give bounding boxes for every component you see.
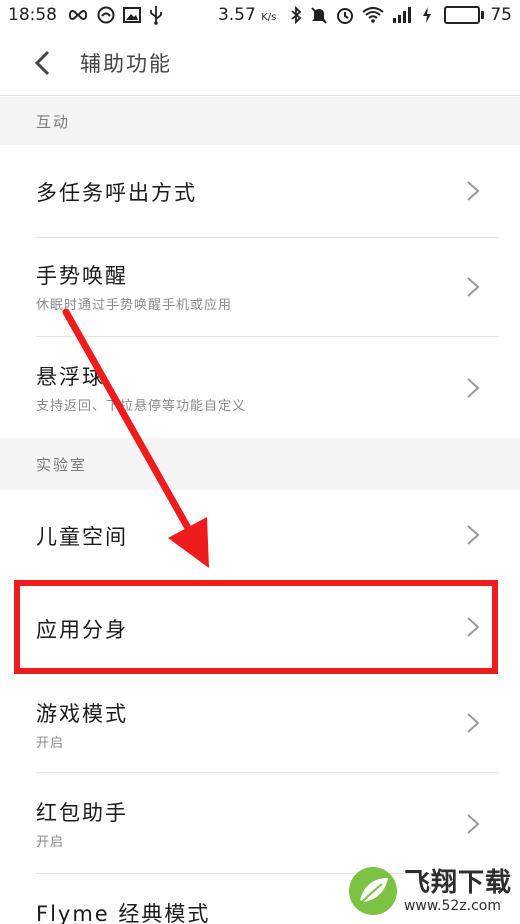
list-item-subtitle: 支持返回、下拉悬停等功能自定义 (36, 399, 247, 414)
wifi-icon (362, 7, 384, 23)
list-item-multitask[interactable]: 多任务呼出方式 (0, 145, 520, 237)
list-item-red-packet[interactable]: 红包助手 开启 (0, 773, 520, 873)
charging-icon (422, 6, 432, 24)
infinity-icon (67, 8, 89, 22)
section-header-lab: 实验室 (0, 438, 520, 490)
alarm-icon (336, 6, 354, 24)
list-item-floating-ball[interactable]: 悬浮球 支持返回、下拉悬停等功能自定义 (0, 337, 520, 438)
chevron-right-icon (467, 814, 480, 834)
list-item-label: 红包助手 (36, 801, 128, 825)
chevron-right-icon (467, 181, 480, 201)
back-button[interactable] (22, 43, 62, 83)
chevron-left-icon (34, 50, 50, 75)
list-item-label: 多任务呼出方式 (36, 181, 197, 205)
highlight-box (14, 580, 498, 674)
list-item-subtitle: 休眠时通过手势唤醒手机或应用 (36, 298, 233, 313)
list-item-subtitle: 开启 (36, 736, 65, 751)
battery-icon (444, 6, 485, 24)
signal-icon (392, 6, 414, 24)
list-item-label: 游戏模式 (36, 702, 128, 726)
page-title: 辅助功能 (80, 51, 172, 76)
chevron-right-icon (467, 277, 480, 297)
mute-icon (310, 6, 328, 24)
watermark: 飞翔下载 www.52z.com (348, 866, 512, 916)
chevron-right-icon (467, 713, 480, 733)
chevron-right-icon (467, 378, 480, 398)
page-header: 辅助功能 (0, 30, 520, 96)
list-item-kids-space[interactable]: 儿童空间 (0, 490, 520, 580)
list-item-gesture-wake[interactable]: 手势唤醒 休眠时通过手势唤醒手机或应用 (0, 238, 520, 336)
usb-icon (149, 5, 163, 25)
bluetooth-icon (290, 6, 302, 24)
battery-percent: 75 (490, 5, 512, 25)
chevron-right-icon (467, 525, 480, 545)
status-time: 18:58 (8, 5, 57, 25)
section-header-interaction: 互动 (0, 97, 520, 145)
image-icon (123, 7, 141, 23)
list-item-label: 悬浮球 (36, 365, 105, 389)
status-bar: 18:58 3.57 K/s 75 (0, 0, 520, 30)
list-item-label: Flyme 经典模式 (36, 902, 211, 924)
list-item-game-mode[interactable]: 游戏模式 开启 (0, 676, 520, 772)
leaf-logo-icon (348, 867, 397, 915)
network-speed: 3.57 K/s (217, 5, 277, 25)
watermark-url: www.52z.com (403, 898, 502, 914)
list-item-subtitle: 开启 (36, 835, 65, 850)
list-item-label: 手势唤醒 (36, 264, 128, 288)
list-item-label: 儿童空间 (36, 525, 128, 549)
circle-status-icon (97, 6, 115, 24)
watermark-brand: 飞翔下载 (403, 868, 512, 898)
